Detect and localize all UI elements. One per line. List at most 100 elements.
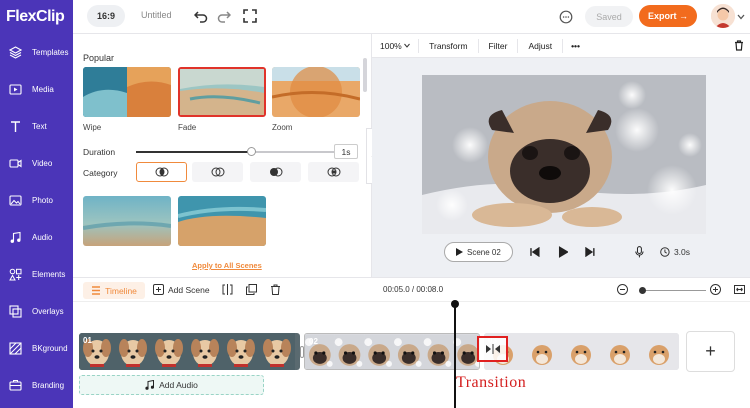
music-note-icon [145, 380, 155, 390]
sidebar-item-elements[interactable]: Elements [0, 256, 73, 293]
pug-video-frame [422, 75, 706, 234]
skip-forward-icon[interactable] [585, 247, 595, 257]
zoom-out-icon[interactable] [617, 284, 628, 295]
export-button[interactable]: Export → [639, 5, 697, 27]
timeline-tracks: 01 02 03 [73, 300, 750, 408]
microphone-icon[interactable] [635, 246, 644, 258]
adjust-button[interactable]: Adjust [518, 38, 564, 53]
app-logo[interactable]: FlexClip [0, 0, 73, 34]
playhead-handle[interactable] [451, 300, 459, 308]
more-button[interactable]: ••• [563, 39, 588, 53]
clock-icon [660, 247, 670, 257]
clip-1[interactable]: 01 [79, 333, 300, 370]
undo-icon[interactable] [194, 9, 208, 23]
sidebar-item-text[interactable]: Text [0, 108, 73, 145]
timeline-zoom-knob[interactable] [639, 287, 646, 294]
clip-number: 01 [83, 336, 92, 345]
sidebar-item-media[interactable]: Media [0, 71, 73, 108]
top-bar: 16:9 Untitled Saved Export → [73, 0, 750, 34]
transition-label-zoom: Zoom [272, 123, 293, 132]
transition-thumb-dissolve[interactable] [178, 196, 266, 246]
comment-icon[interactable] [559, 10, 573, 24]
timecode: 00:05.0 / 00:08.0 [383, 285, 444, 294]
transition-thumb-blur[interactable] [83, 196, 171, 246]
sidebar-item-label: Audio [32, 233, 53, 242]
category-icon [327, 167, 340, 177]
video-canvas[interactable] [422, 75, 706, 234]
apply-to-all-link[interactable]: Apply to All Scenes [192, 261, 262, 270]
add-audio-label: Add Audio [159, 380, 198, 390]
chevron-down-icon[interactable] [737, 13, 745, 21]
panel-scrollbar[interactable] [363, 58, 367, 92]
transition-label-fade: Fade [178, 123, 197, 132]
plus-icon: + [705, 341, 716, 361]
timeline-label: Timeline [105, 285, 137, 296]
puppy-clip-frames [79, 333, 300, 370]
branding-icon [9, 380, 22, 391]
sidebar-item-label: Text [32, 122, 47, 131]
timeline-zoom-slider[interactable] [640, 290, 706, 291]
background-icon [9, 342, 22, 355]
scene-play-button[interactable]: Scene 02 [444, 242, 513, 262]
scene-label: Scene 02 [466, 247, 501, 257]
sidebar-item-audio[interactable]: Audio [0, 219, 73, 256]
sidebar-item-templates[interactable]: Templates [0, 34, 73, 71]
project-title[interactable]: Untitled [141, 10, 172, 20]
duration-slider[interactable] [136, 147, 334, 156]
layers-icon [9, 46, 22, 59]
sidebar-item-bkground[interactable]: BKground [0, 330, 73, 367]
transition-marker[interactable] [477, 336, 508, 362]
playhead[interactable] [451, 300, 459, 408]
sidebar-item-overlays[interactable]: Overlays [0, 293, 73, 330]
sidebar-item-label: BKground [32, 344, 68, 353]
duration-slider-knob[interactable] [246, 147, 256, 156]
filter-button[interactable]: Filter [479, 38, 519, 53]
sidebar-item-label: Templates [32, 48, 69, 57]
overlays-icon [9, 305, 22, 318]
zoom-select[interactable]: 100% [372, 38, 420, 53]
transition-thumb-fade[interactable] [178, 67, 266, 117]
trash-icon[interactable] [734, 40, 744, 51]
transition-thumb-wipe[interactable] [83, 67, 171, 117]
transform-button[interactable]: Transform [419, 38, 479, 53]
play-icon[interactable] [558, 246, 569, 258]
sidebar-item-video[interactable]: Video [0, 145, 73, 182]
add-scene-button[interactable]: Add Scene [168, 285, 210, 295]
delete-icon[interactable] [270, 284, 281, 295]
clip-handle[interactable] [300, 346, 304, 358]
duration-input[interactable]: 1s [334, 144, 358, 159]
photo-icon [9, 195, 22, 206]
user-avatar[interactable] [711, 4, 735, 28]
scene-duration: 3.0s [673, 247, 691, 257]
add-audio-button[interactable]: Add Audio [79, 375, 264, 395]
sidebar-item-label: Branding [32, 381, 65, 390]
category-option-2[interactable] [192, 162, 243, 182]
chevron-down-icon [404, 43, 411, 48]
zoom-value: 100% [380, 40, 402, 51]
add-clip-button[interactable]: + [686, 331, 735, 372]
transition-icon [485, 344, 500, 354]
clip-3[interactable]: 03 [484, 333, 679, 370]
play-icon [455, 248, 463, 256]
timeline-toggle[interactable]: Timeline [83, 282, 145, 299]
redo-icon[interactable] [217, 9, 231, 23]
duplicate-icon[interactable] [246, 284, 257, 295]
category-option-1[interactable] [136, 162, 187, 182]
transition-panel: Popular Wipe Fade Zoom Duration 1s Categ… [73, 34, 372, 277]
category-icon [211, 167, 224, 177]
media-icon [9, 84, 22, 95]
aspect-ratio-button[interactable]: 16:9 [87, 5, 125, 27]
fullscreen-icon[interactable] [243, 9, 257, 23]
sidebar-item-photo[interactable]: Photo [0, 182, 73, 219]
fit-timeline-icon[interactable] [734, 284, 745, 295]
add-scene-icon [153, 284, 164, 295]
transition-thumb-zoom[interactable] [272, 67, 360, 117]
preview-area: 100% Transform Filter Adjust ••• Scene 0… [372, 34, 750, 277]
video-icon [9, 159, 22, 168]
skip-back-icon[interactable] [530, 247, 540, 257]
split-icon[interactable] [222, 284, 233, 295]
category-option-4[interactable] [308, 162, 359, 182]
zoom-in-icon[interactable] [710, 284, 721, 295]
sidebar-item-branding[interactable]: Branding [0, 367, 73, 404]
category-option-3[interactable] [250, 162, 301, 182]
